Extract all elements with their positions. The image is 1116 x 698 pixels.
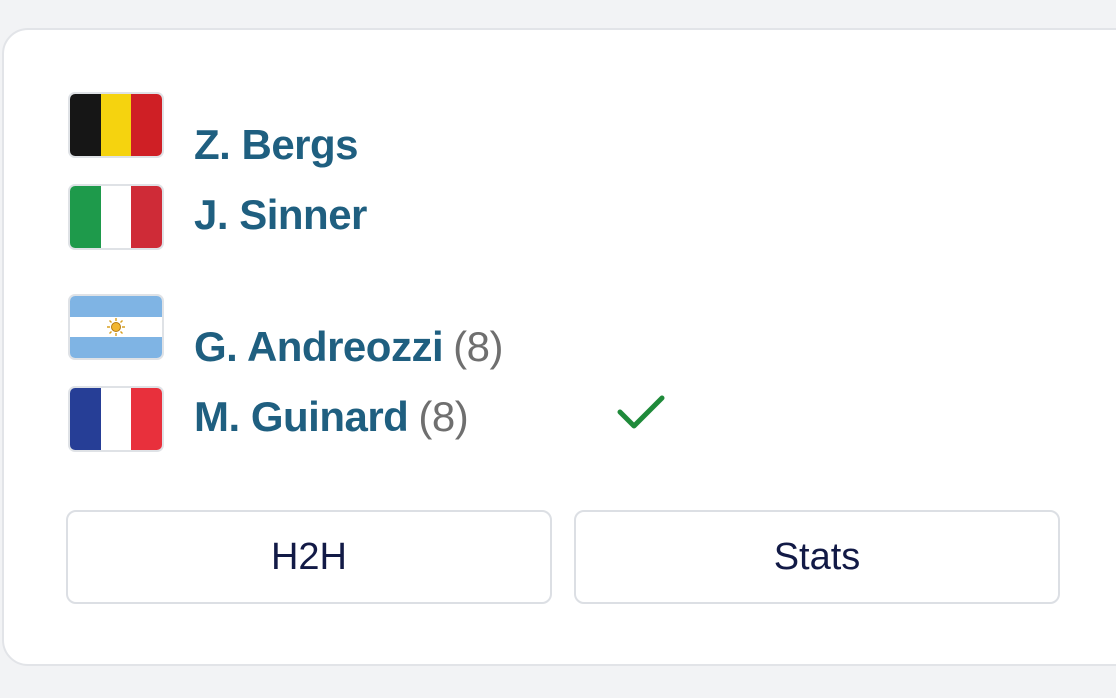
seed-badge: (8) <box>453 323 503 370</box>
france-flag-icon <box>68 386 164 452</box>
player-name-andreozzi[interactable]: G. Andreozzi (8) <box>194 326 503 368</box>
sun-of-may-icon <box>107 317 125 336</box>
h2h-button[interactable]: H2H <box>66 510 552 604</box>
stats-button-label: Stats <box>773 535 861 578</box>
stats-button[interactable]: Stats <box>574 510 1060 604</box>
seed-badge: (8) <box>418 393 469 440</box>
player-name-guinard[interactable]: M. Guinard (8) <box>194 393 469 440</box>
h2h-button-label: H2H <box>270 535 348 578</box>
italy-flag-icon <box>68 184 164 250</box>
player-name-bergs[interactable]: Z. Bergs <box>194 124 359 166</box>
checkmark-icon <box>617 395 665 429</box>
argentina-flag-icon <box>68 294 164 360</box>
belgium-flag-icon <box>68 92 164 158</box>
match-card: Z. Bergs J. Sinner G. Andreozzi (8) M. G… <box>2 28 1116 666</box>
player-name-sinner[interactable]: J. Sinner <box>194 194 367 236</box>
